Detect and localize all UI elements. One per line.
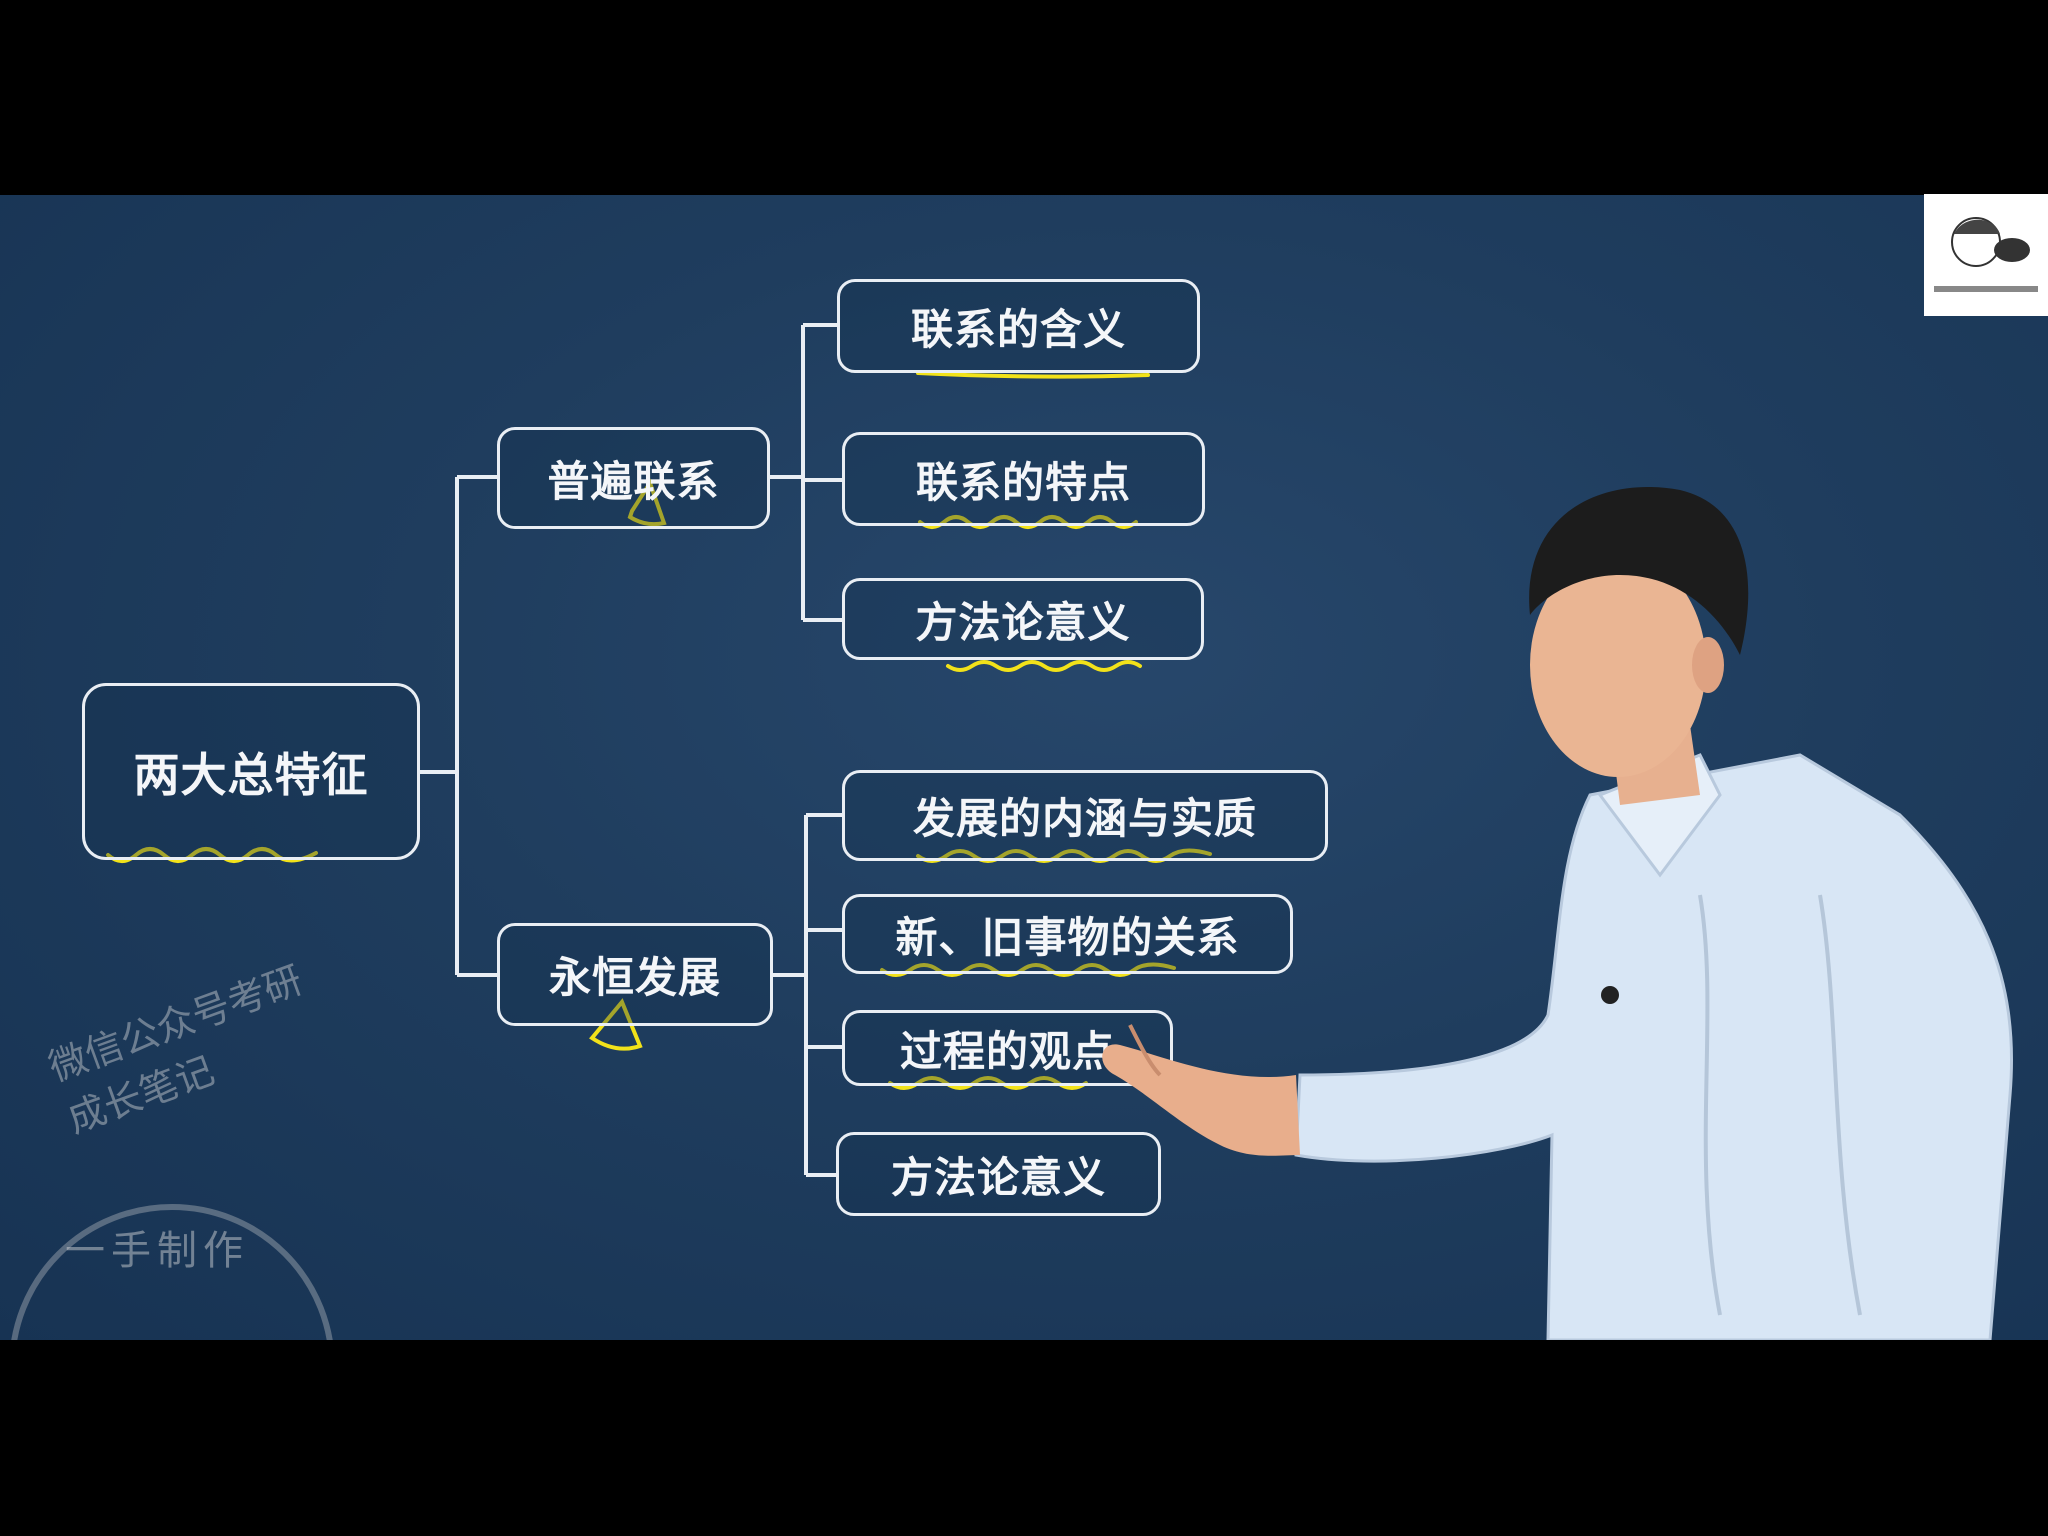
- blackboard: 两大总特征 普遍联系 永恒发展 联系的含义 联系的特点 方法论意义 发展的内涵与…: [0, 195, 2048, 1340]
- watermark-center-text: 一手制作: [65, 1228, 249, 1274]
- presenter-figure: [1102, 486, 2013, 1340]
- channel-logo: [1924, 194, 2048, 316]
- video-frame: 两大总特征 普遍联系 永恒发展 联系的含义 联系的特点 方法论意义 发展的内涵与…: [0, 0, 2048, 1536]
